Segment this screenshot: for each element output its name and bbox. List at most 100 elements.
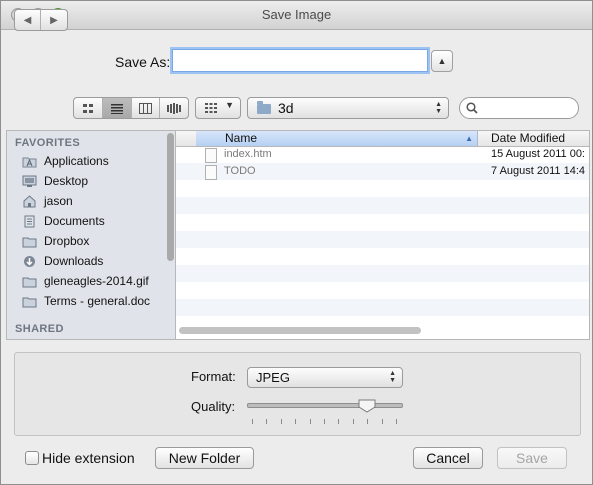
favorites-heading: FAVORITES — [15, 137, 81, 149]
slider-tick — [324, 419, 325, 424]
sidebar: FAVORITES Applications Desktop jason Doc… — [6, 130, 176, 340]
save-as-label: Save As: — [115, 54, 171, 70]
sidebar-item-desktop[interactable]: Desktop — [22, 172, 88, 190]
empty-row — [176, 248, 589, 265]
slider-tick — [396, 419, 397, 424]
file-date: 7 August 2011 14:4 — [491, 165, 585, 177]
documents-icon — [22, 215, 37, 228]
column-header-spacer — [176, 131, 196, 147]
slider-tick — [252, 419, 253, 424]
search-field[interactable] — [459, 97, 579, 119]
sidebar-item-documents[interactable]: Documents — [22, 212, 105, 230]
list-view-icon — [110, 103, 123, 114]
slider-tick — [338, 419, 340, 424]
folder-icon — [22, 275, 37, 288]
sidebar-item-label: gleneagles-2014.gif — [44, 274, 149, 288]
new-folder-button[interactable]: New Folder — [155, 447, 254, 469]
sidebar-item-gleneagles-2014-gif[interactable]: gleneagles-2014.gif — [22, 272, 149, 290]
slider-tick — [381, 419, 383, 424]
sidebar-item-jason[interactable]: jason — [22, 192, 73, 210]
file-list: Name ▲ Date Modified index.htm 15 August… — [176, 130, 590, 340]
save-dialog-window: Save Image Save As: ▲ ◀ ▶ ▼ 3d ▲ ▼ FAVOR… — [0, 0, 593, 485]
hide-extension-label: Hide extension — [42, 450, 135, 466]
column-header-label: Date Modified — [491, 131, 566, 145]
format-value: JPEG — [256, 370, 290, 385]
sidebar-item-label: Applications — [44, 154, 109, 168]
file-name: TODO — [224, 165, 256, 177]
column-header-name[interactable]: Name ▲ — [196, 131, 478, 147]
slider-tick — [266, 419, 268, 424]
back-button[interactable]: ◀ — [15, 10, 41, 30]
icon-view-button[interactable] — [74, 98, 103, 118]
sidebar-item-label: Terms - general.doc — [44, 294, 151, 308]
file-list-horizontal-scrollbar[interactable] — [179, 327, 421, 334]
chevron-down-icon: ▼ — [225, 100, 234, 110]
updown-arrows-icon: ▲ ▼ — [389, 370, 396, 384]
applications-icon — [22, 155, 37, 168]
collapse-dialog-button[interactable]: ▲ — [431, 50, 453, 72]
list-view-button[interactable] — [102, 98, 132, 118]
file-row[interactable]: TODO 7 August 2011 14:4 — [176, 163, 589, 180]
column-header-label: Name — [225, 131, 258, 145]
save-as-input[interactable] — [172, 49, 428, 72]
view-mode-segmented-control — [73, 97, 189, 119]
home-icon — [22, 194, 37, 208]
title-bar: Save Image — [1, 1, 592, 30]
slider-tick — [295, 419, 297, 424]
slider-tick — [367, 419, 369, 424]
empty-row — [176, 214, 589, 231]
empty-row — [176, 299, 589, 316]
column-view-button[interactable] — [132, 98, 161, 118]
quality-slider-track[interactable] — [247, 403, 403, 408]
format-accessory-panel: Format: JPEG ▲ ▼ Quality: — [14, 352, 581, 436]
format-popup[interactable]: JPEG ▲ ▼ — [247, 367, 403, 388]
sidebar-item-label: Desktop — [44, 174, 89, 188]
folder-icon — [257, 101, 271, 114]
window-title: Save Image — [261, 7, 332, 22]
file-date: 15 August 2011 00: — [491, 148, 585, 160]
sidebar-scrollbar[interactable] — [167, 133, 174, 261]
cancel-button[interactable]: Cancel — [413, 447, 483, 469]
sidebar-item-label: Documents — [44, 214, 105, 228]
coverflow-view-icon — [167, 102, 182, 114]
location-label: 3d — [278, 100, 294, 116]
file-row[interactable]: index.htm 15 August 2011 00: — [176, 146, 589, 163]
folder-icon — [22, 235, 37, 248]
shared-heading: SHARED — [15, 323, 64, 335]
downloads-icon — [22, 255, 37, 268]
folder-icon — [22, 295, 37, 308]
sidebar-item-downloads[interactable]: Downloads — [22, 252, 103, 270]
arrange-grid-icon — [205, 103, 217, 113]
sidebar-item-label: Downloads — [44, 254, 104, 268]
forward-button[interactable]: ▶ — [41, 10, 67, 30]
search-icon — [466, 102, 478, 114]
hide-extension-checkbox[interactable] — [25, 451, 39, 465]
empty-row — [176, 231, 589, 248]
sort-ascending-icon: ▲ — [465, 134, 473, 143]
back-arrow-icon: ◀ — [23, 14, 32, 26]
empty-row — [176, 282, 589, 299]
updown-arrows-icon: ▲ ▼ — [435, 101, 442, 115]
format-label: Format: — [191, 369, 236, 384]
sidebar-item-terms-general-doc[interactable]: Terms - general.doc — [22, 292, 150, 310]
empty-row — [176, 197, 589, 214]
sidebar-item-applications[interactable]: Applications — [22, 152, 109, 170]
quality-label: Quality: — [191, 399, 236, 414]
text-document-icon — [205, 165, 217, 180]
location-popup[interactable]: 3d ▲ ▼ — [247, 97, 449, 119]
coverflow-view-button[interactable] — [160, 98, 188, 118]
arrange-by-popup[interactable]: ▼ — [195, 97, 241, 119]
file-name: index.htm — [224, 148, 272, 160]
column-view-icon — [138, 102, 152, 114]
back-forward-buttons: ◀ ▶ — [14, 9, 68, 31]
desktop-icon — [22, 175, 37, 188]
slider-tick — [280, 419, 282, 424]
column-header-date-modified[interactable]: Date Modified — [478, 131, 589, 147]
empty-row — [176, 180, 589, 197]
forward-arrow-icon: ▶ — [50, 14, 58, 26]
quality-slider-knob[interactable] — [358, 399, 376, 413]
slider-tick — [309, 419, 311, 424]
sidebar-item-dropbox[interactable]: Dropbox — [22, 232, 89, 250]
save-button[interactable]: Save — [497, 447, 567, 469]
empty-row — [176, 265, 589, 282]
